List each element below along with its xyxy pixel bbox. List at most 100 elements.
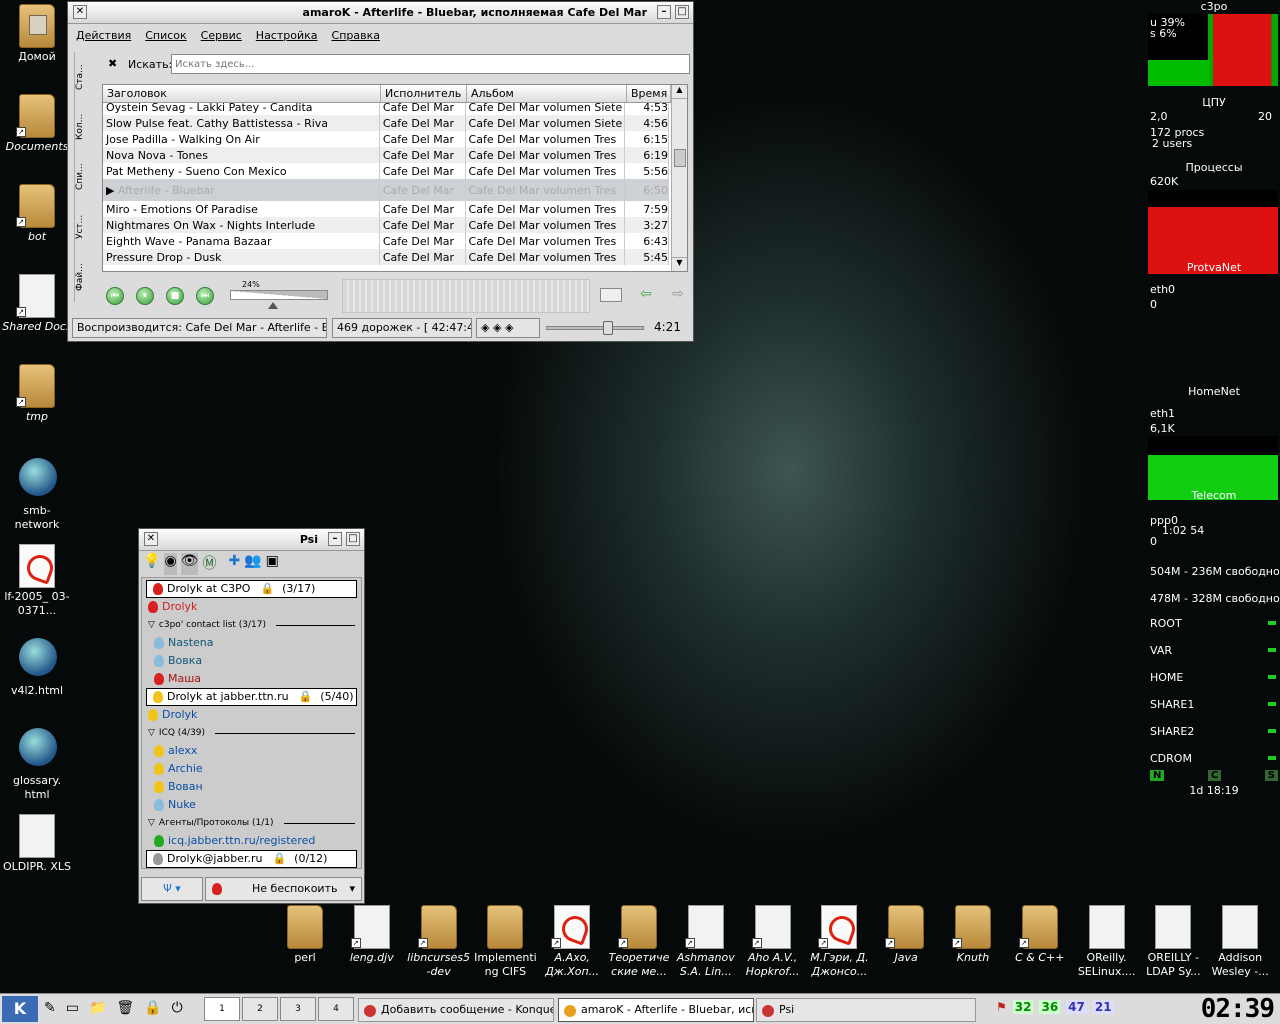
desktop-icon[interactable]: OLDIPR. XLS: [2, 814, 72, 874]
tray-indicator[interactable]: 47: [1066, 1000, 1087, 1014]
status-select[interactable]: Не беспокоить ▾: [205, 877, 362, 901]
desktop-icon[interactable]: ↗ libncurses5 -dev: [406, 905, 472, 979]
equalizer-icon[interactable]: [600, 288, 622, 302]
users-icon[interactable]: 👥: [244, 553, 261, 575]
desktop-icon[interactable]: Addison Wesley -...: [1207, 905, 1273, 979]
status-icon[interactable]: ◉: [164, 553, 177, 575]
sidebar-tab[interactable]: Ста...: [74, 52, 85, 102]
contact-group[interactable]: ▽ c3po' contact list (3/17): [142, 616, 361, 634]
desktop-icon[interactable]: v4l2.html: [2, 634, 72, 698]
amarok-titlebar[interactable]: ✕ amaroK - Afterlife - Bluebar, исполняе…: [68, 2, 693, 24]
desktop-icon[interactable]: ↗ Shared Docs: [2, 274, 72, 334]
clear-search-icon[interactable]: ✖: [108, 57, 117, 70]
desktop-icon[interactable]: perl: [272, 905, 338, 965]
desktop-icon[interactable]: ↗ Теоретиче ские ме...: [606, 905, 672, 979]
playlist-scrollbar[interactable]: ▲ ▼: [671, 85, 687, 271]
pause-icon[interactable]: ⏸: [136, 287, 154, 305]
undo-icon[interactable]: ⇦: [640, 286, 652, 302]
console-icon[interactable]: ▣: [266, 553, 279, 575]
desktop-icon[interactable]: ↗ Aho A.V., Hopkrof...: [740, 905, 806, 979]
scroll-up-icon[interactable]: ▲: [672, 85, 687, 99]
tray-indicator[interactable]: 32: [1012, 1000, 1034, 1014]
eye-icon[interactable]: 👁: [180, 553, 199, 575]
playlist-row[interactable]: Slow Pulse feat. Cathy Battistessa - Riv…: [103, 115, 669, 131]
minimize-icon[interactable]: –: [657, 5, 671, 19]
sidebar-tab[interactable]: Фай...: [74, 252, 85, 302]
menu-item[interactable]: Сервис: [201, 29, 242, 42]
kde-menu-button[interactable]: K: [2, 996, 38, 1022]
trash-icon[interactable]: 🗑: [116, 1000, 134, 1016]
tray-indicator[interactable]: 21: [1092, 1000, 1114, 1014]
volume-knob[interactable]: [267, 302, 278, 309]
desktop-2[interactable]: 2: [242, 997, 278, 1021]
keyboard-layout-icon[interactable]: ⚑: [996, 1000, 1007, 1014]
playlist-row[interactable]: Eighth Wave - Panama Bazaar Cafe Del Mar C…: [103, 233, 669, 249]
redo-icon[interactable]: ⇨: [672, 286, 684, 302]
maximize-icon[interactable]: □: [675, 5, 689, 19]
contact-item[interactable]: Вовка: [142, 652, 361, 670]
lock-icon[interactable]: 🔒: [144, 1000, 161, 1016]
contact-group[interactable]: ▽ ICQ (4/39): [142, 724, 361, 742]
column-time[interactable]: Время: [627, 85, 671, 102]
contact-item[interactable]: Nuke: [142, 796, 361, 814]
bulb-icon[interactable]: 💡: [143, 553, 160, 575]
sidebar-tab[interactable]: Уст...: [74, 202, 85, 252]
close-icon[interactable]: ✕: [73, 5, 87, 19]
stop-icon[interactable]: ■: [166, 287, 184, 305]
contact-item[interactable]: Вован: [142, 778, 361, 796]
desktop-icon[interactable]: ↗ tmp: [2, 364, 72, 424]
contact-item[interactable]: Маша: [142, 670, 361, 688]
scroll-thumb[interactable]: [674, 149, 686, 167]
account-row[interactable]: Drolyk@jabber.ru 🔒 (0/12): [146, 850, 357, 868]
file-manager-icon[interactable]: 📁: [89, 1000, 106, 1016]
desktop-icon[interactable]: lf-2005_ 03-0371...: [2, 544, 72, 618]
playlist-row[interactable]: Oystein Sevag - Lakki Patey - Candita Caf…: [103, 103, 669, 115]
contact-item[interactable]: alexx: [142, 742, 361, 760]
column-album[interactable]: Альбом: [467, 85, 627, 102]
previous-icon[interactable]: ⏮: [106, 287, 124, 305]
search-input[interactable]: [171, 54, 690, 74]
minimize-icon[interactable]: –: [328, 532, 342, 546]
desktop-icon[interactable]: ↗ A.Axo, Дж.Хоп...: [539, 905, 605, 979]
add-contact-icon[interactable]: ✚: [228, 553, 240, 575]
contact-item[interactable]: icq.jabber.ttn.ru/registered: [142, 832, 361, 850]
playlist-row[interactable]: Nova Nova - Tones Cafe Del Mar Cafe Del Ma…: [103, 147, 669, 163]
tray-indicator[interactable]: 36: [1039, 1000, 1061, 1014]
account-row[interactable]: Drolyk at jabber.ttn.ru 🔒 (5/40): [146, 688, 357, 706]
menu-item[interactable]: Справка: [332, 29, 380, 42]
desktop-1[interactable]: 1: [204, 997, 240, 1021]
self-contact[interactable]: Drolyk: [142, 706, 361, 724]
close-icon[interactable]: ✕: [144, 532, 158, 546]
desktop-icon[interactable]: ↗ Documents: [2, 94, 72, 154]
playlist-row[interactable]: Miro - Emotions Of Paradise Cafe Del Mar C…: [103, 201, 669, 217]
menu-item[interactable]: Действия: [76, 29, 131, 42]
position-slider[interactable]: [546, 321, 644, 335]
playlist-row[interactable]: Nightmares On Wax - Nights Interlude Cafe…: [103, 217, 669, 233]
playlist-row[interactable]: Pressure Drop - Dusk Cafe Del Mar Cafe Del…: [103, 249, 669, 265]
self-contact[interactable]: Drolyk: [142, 598, 361, 616]
desktop-icon[interactable]: ↗ C & C++: [1007, 905, 1073, 965]
editor-icon[interactable]: ✎: [44, 1000, 56, 1016]
desktop-4[interactable]: 4: [318, 997, 354, 1021]
task-button[interactable]: Psi: [756, 998, 976, 1022]
volume-slider[interactable]: 24%: [230, 280, 330, 310]
repeat-icon[interactable]: ◈: [481, 321, 489, 334]
task-button[interactable]: Добавить сообщение - Konqueror: [358, 998, 554, 1022]
desktop-icon[interactable]: ↗ leng.djv: [339, 905, 405, 965]
contact-group[interactable]: ▽ Агенты/Протоколы (1/1): [142, 814, 361, 832]
sidebar-tab[interactable]: Спи...: [74, 152, 85, 202]
column-artist[interactable]: Исполнитель: [381, 85, 467, 102]
playlist-row[interactable]: Jose Padilla - Walking On Air Cafe Del Ma…: [103, 131, 669, 147]
desktop-icon[interactable]: glossary. html: [2, 724, 72, 802]
desktop-icon[interactable]: Домой: [2, 4, 72, 64]
column-title[interactable]: Заголовок: [103, 85, 381, 102]
desktop-icon[interactable]: smb-network: [2, 454, 72, 532]
playlist-row[interactable]: Pat Metheny - Sueno Con Mexico Cafe Del M…: [103, 163, 669, 179]
desktop-icon[interactable]: ↗ bot: [2, 184, 72, 244]
dynamic-icon[interactable]: ◈: [505, 321, 513, 334]
position-knob[interactable]: [603, 321, 614, 335]
desktop-icon[interactable]: ↗ Knuth: [940, 905, 1006, 965]
psi-menu-button[interactable]: Ψ ▾: [141, 877, 203, 901]
menu-item[interactable]: Список: [145, 29, 186, 42]
playlist-row[interactable]: ▶ Afterlife - Bluebar Cafe Del Mar Cafe De…: [103, 179, 669, 201]
